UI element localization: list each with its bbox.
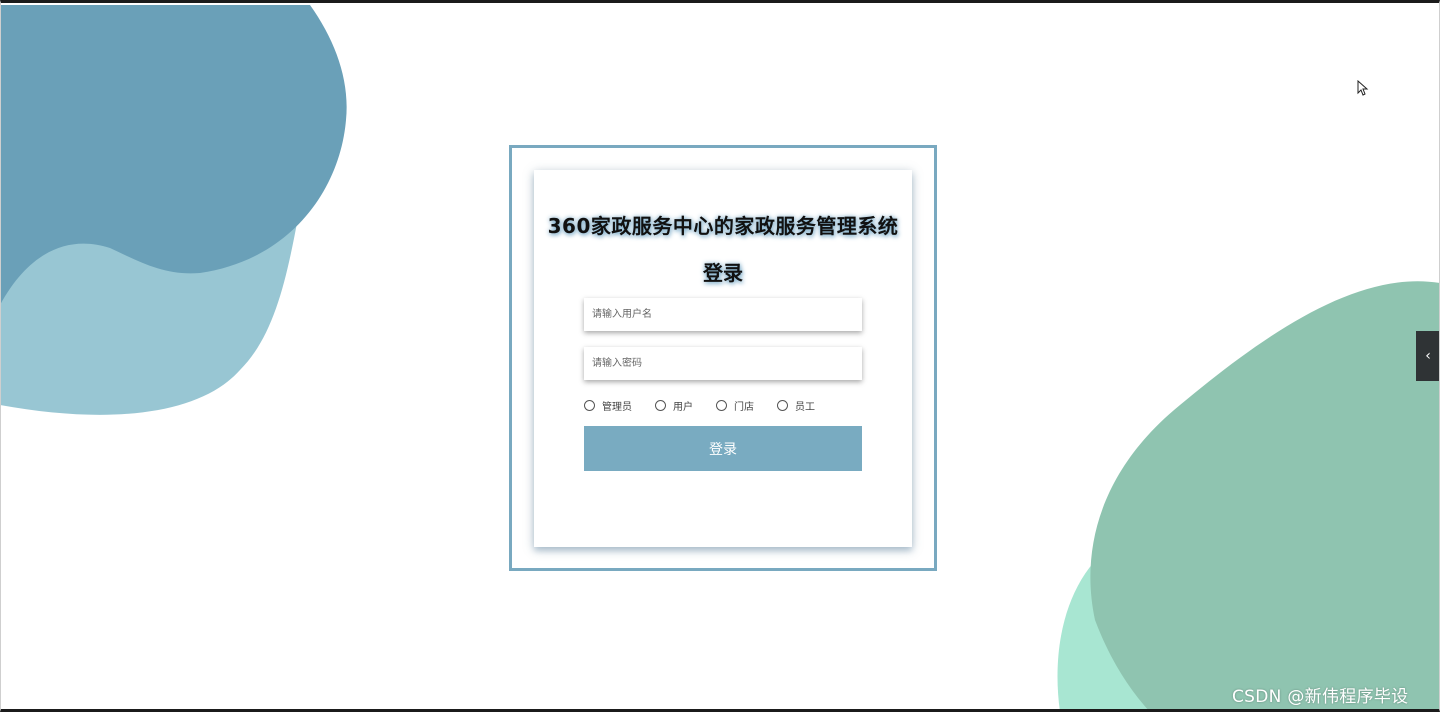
system-title: 360家政服务中心的家政服务管理系统 [547, 214, 899, 238]
role-label: 门店 [734, 401, 754, 413]
radio-icon[interactable] [584, 399, 595, 411]
radio-icon[interactable] [716, 399, 727, 411]
blob-green [1090, 281, 1440, 712]
role-label: 管理员 [602, 401, 632, 413]
role-radio-group: 管理员 用户 门店 员工 [584, 397, 815, 413]
password-input[interactable] [584, 347, 862, 380]
role-label: 员工 [795, 401, 815, 413]
role-label: 用户 [673, 401, 693, 413]
role-option-admin[interactable]: 管理员 [584, 398, 632, 413]
radio-icon[interactable] [777, 399, 788, 411]
role-option-staff[interactable]: 员工 [777, 398, 815, 413]
chevron-left-icon: ‹ [1425, 348, 1431, 364]
side-panel-toggle[interactable]: ‹ [1416, 331, 1440, 381]
radio-icon[interactable] [655, 399, 666, 411]
username-input[interactable] [584, 298, 862, 331]
mouse-cursor-icon [1357, 80, 1369, 96]
role-option-user[interactable]: 用户 [655, 398, 693, 413]
login-heading: 登录 [703, 261, 743, 285]
login-card: 360家政服务中心的家政服务管理系统 登录 管理员 用户 门店 员工 登录 [534, 170, 912, 547]
role-option-store[interactable]: 门店 [716, 398, 754, 413]
login-button[interactable]: 登录 [584, 426, 862, 471]
watermark-text: CSDN @新伟程序毕设 [1232, 687, 1409, 707]
